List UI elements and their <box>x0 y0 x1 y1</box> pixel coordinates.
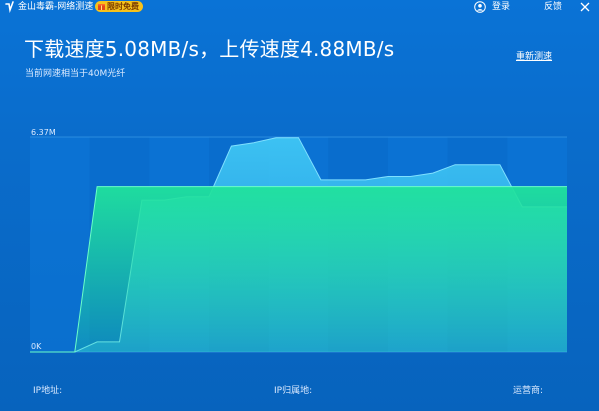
ip-address-label: IP地址: <box>33 386 63 396</box>
speed-test-window: 金山毒霸-网络测速 限时免费 登录 反馈 下载速度5.08MB/s，上传速度4.… <box>0 0 599 411</box>
ip-region-label: IP归属地: <box>274 386 313 396</box>
upload-speed-area <box>30 186 567 352</box>
speed-chart: 6.37M 0K <box>30 128 567 353</box>
y-axis-min-label: 0K <box>31 342 42 351</box>
isp-label: 运营商: <box>513 386 544 396</box>
y-axis-max-label: 6.37M <box>31 128 56 137</box>
